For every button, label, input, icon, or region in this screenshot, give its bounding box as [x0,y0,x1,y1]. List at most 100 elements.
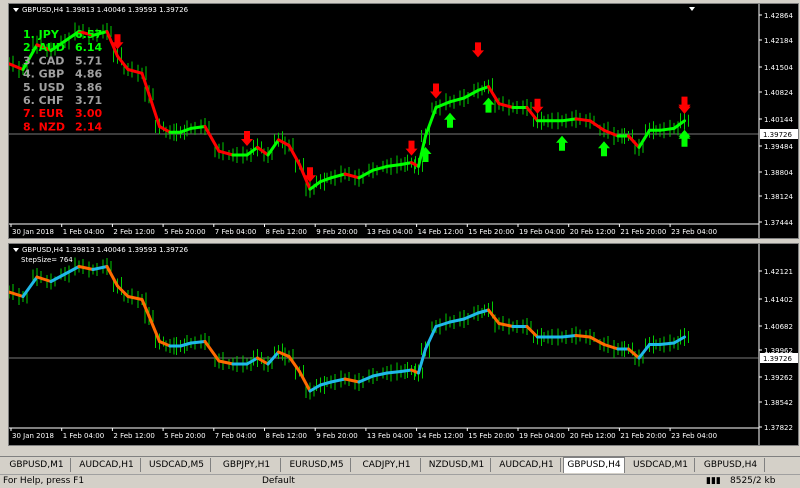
arrow-shape [241,131,253,146]
buy-arrow-icon [444,112,456,128]
sell-arrow-icon [430,83,442,99]
time-label: 15 Feb 20:00 [468,228,514,236]
trend-line-segment [487,308,501,325]
price-label: 1.38804 [764,169,793,177]
price-label: 1.37822 [764,424,793,432]
arrow-shape [472,42,484,58]
currency-strength-label: 4. GBP [23,68,64,81]
trend-line-segment [357,374,375,384]
trend-line-segment [357,168,375,180]
trend-line-segment [399,368,413,373]
sell-arrow-icon [472,42,484,58]
chart-tab[interactable]: USDCAD,M5 [143,458,211,472]
price-label: 1.40144 [764,116,793,124]
currency-strength-label: 1. JPY [23,28,60,41]
trend-line-segment [217,359,235,366]
time-label: 2 Feb 12:00 [113,228,154,236]
trend-line-segment [672,119,686,130]
chart-tab[interactable]: NZDUSD,M1 [423,458,491,472]
status-help-text: For Help, press F1 [3,476,85,486]
time-label: 9 Feb 20:00 [316,432,357,440]
chart-tab[interactable]: GBPUSD,H4 [697,458,765,472]
trend-line-segment [343,377,361,384]
trend-line-segment [497,102,515,109]
time-label: 5 Feb 20:00 [164,432,205,440]
chart-tab[interactable]: USDCAD,M1 [627,458,695,472]
chart-tab[interactable]: GBPJPY,H1 [213,458,281,472]
time-label: 13 Feb 04:00 [367,432,413,440]
time-label: 19 Feb 04:00 [519,228,565,236]
status-traffic: 8525/2 kb [730,476,776,486]
currency-strength-value: 3.71 [75,94,102,107]
chart-tab[interactable]: AUDCAD,H1 [493,458,561,472]
trend-line-segment [158,340,172,348]
arrow-shape [678,96,691,112]
time-label: 30 Jan 2018 [12,432,54,440]
trend-line-segment [9,290,25,298]
trend-line-segment [329,377,347,384]
time-label: 23 Feb 04:00 [671,432,717,440]
arrow-shape [444,112,456,128]
trend-line-segment [448,96,466,104]
price-label: 1.38124 [764,193,793,201]
arrow-shape [405,140,418,156]
time-label: 21 Feb 20:00 [620,432,666,440]
trend-line-segment [385,370,403,375]
trend-line-segment [158,125,172,134]
chart-tab[interactable]: GBPUSD,M1 [3,458,71,472]
time-label: 5 Feb 20:00 [164,228,205,236]
currency-strength-value: 5.71 [75,54,102,67]
currency-strength-label: 2. AUD [23,41,65,54]
trend-line-segment [105,265,119,288]
trend-line-segment [658,341,676,346]
currency-strength-value: 2.14 [75,120,102,133]
time-label: 30 Jan 2018 [12,228,54,236]
arrow-shape [430,83,442,99]
indicator-chart[interactable]: GBPUSD,H4 1.39813 1.40046 1.39593 1.3972… [8,243,799,446]
trend-line-segment [627,134,641,149]
buy-arrow-icon [482,97,495,113]
time-label: 15 Feb 20:00 [468,432,514,440]
trend-line-segment [256,356,270,366]
trend-line-segment [329,172,347,180]
trend-line-segment [9,62,25,71]
chart-canvas[interactable]: 1.421211.414021.406821.399621.397261.392… [9,244,798,445]
trend-line-segment [179,126,193,134]
trend-line-segment [308,383,322,393]
arrow-shape [531,98,544,114]
trend-line-segment [256,145,270,157]
time-label: 13 Feb 04:00 [367,228,413,236]
trend-line-segment [91,265,109,271]
trend-line-segment [424,325,438,351]
trend-line-segment [277,138,291,147]
trend-line-segment [189,340,207,345]
price-label: 1.39726 [763,355,792,363]
currency-strength-value: 6.57 [75,28,102,41]
trend-line-segment [343,172,361,180]
chart-canvas[interactable]: 1.42864 1.42184 1.41504 1.40824 1.40144 1.397… [9,4,798,238]
main-price-chart[interactable]: GBPUSD,H4 1.39813 1.40046 1.39593 1.3972… [8,3,799,239]
trend-line-segment [588,335,606,346]
chart-tab[interactable]: EURUSD,M5 [283,458,351,472]
chart-tab[interactable]: CADJPY,H1 [353,458,421,472]
currency-strength-label: 5. USD [23,81,65,94]
chart-tab-bar: GBPUSD,M1 AUDCAD,H1 USDCAD,M5 GBPJPY,H1 EURU… [0,456,800,474]
chart-tab[interactable]: GBPUSD,H4 [563,457,625,473]
currency-strength-label: 7. EUR [23,107,64,120]
price-label: 1.39726 [763,131,792,139]
trend-line-segment [319,380,333,387]
trend-line-segment [476,85,490,92]
trend-line-segment [245,356,259,366]
currency-strength-value: 6.14 [75,41,102,54]
trend-line-segment [189,125,207,130]
trend-line-segment [602,128,620,138]
trend-line-segment [637,343,651,360]
currency-strength-label: 8. NZD [23,120,65,133]
trend-line-segment [116,54,130,71]
chart-tab[interactable]: AUDCAD,H1 [73,458,141,472]
price-label: 1.41402 [764,296,793,304]
trend-line-segment [476,308,490,315]
currency-strength-value: 3.00 [75,107,102,120]
trend-line-segment [434,320,452,328]
trend-line-segment [658,126,676,132]
